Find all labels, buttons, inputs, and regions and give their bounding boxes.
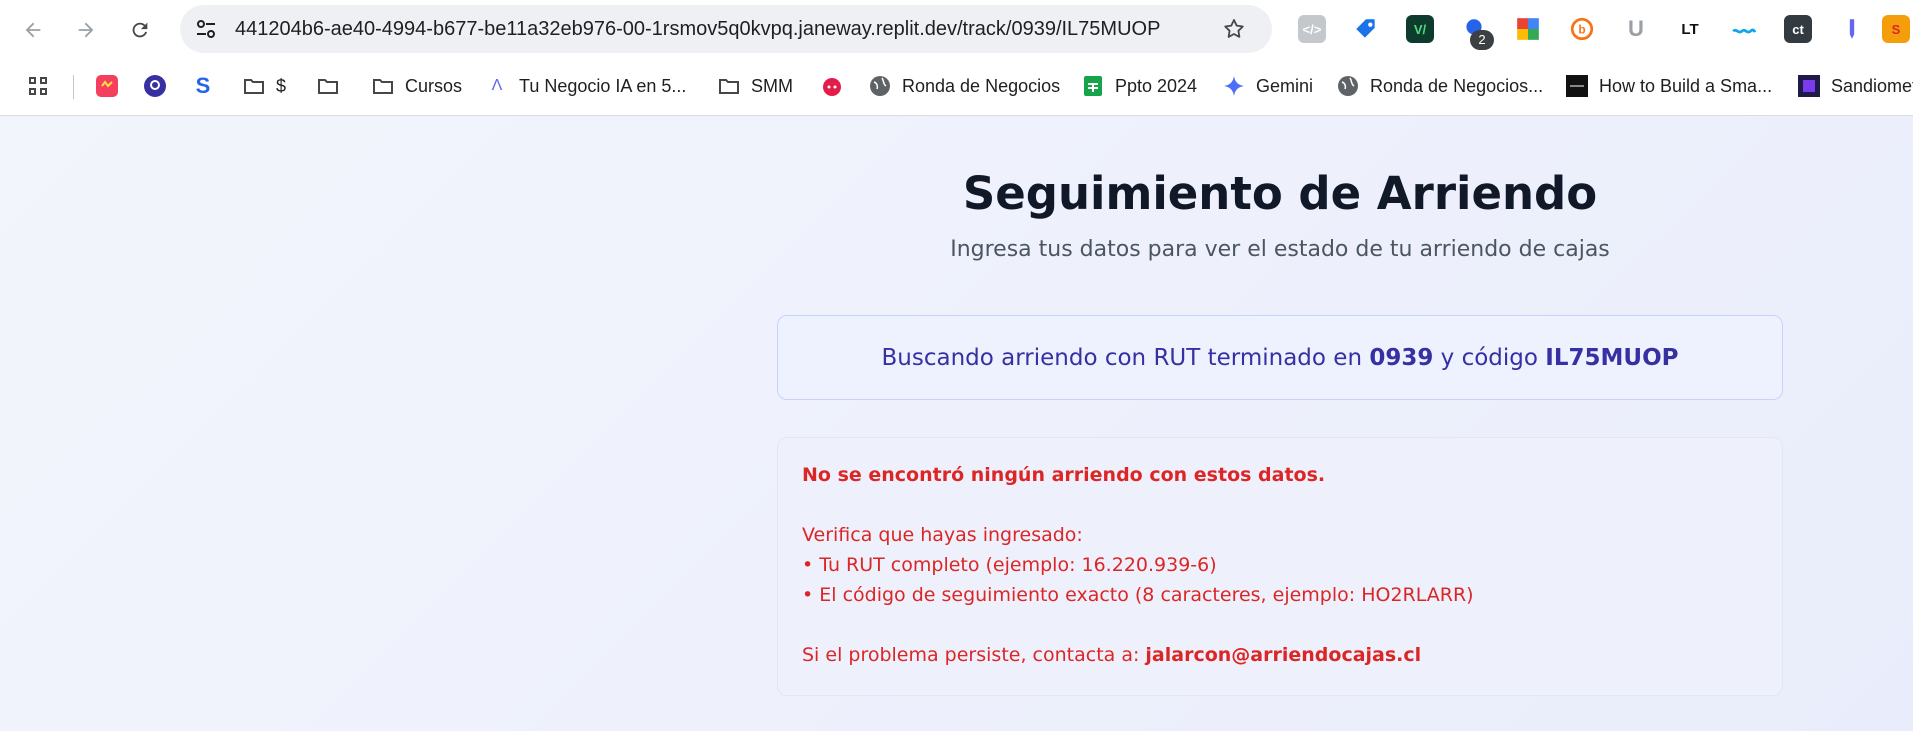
bookmark-ronda-negocios[interactable]: Ronda de Negocios — [868, 58, 1060, 114]
folder-icon — [717, 74, 741, 98]
contact-prefix: Si el problema persiste, contacta a: — [802, 644, 1140, 666]
forward-button[interactable] — [68, 12, 104, 48]
bookmark-cursos[interactable]: Cursos — [371, 58, 462, 114]
gemini-icon — [1222, 74, 1246, 98]
bookmark-reddit[interactable] — [820, 58, 844, 114]
apps-grid-icon — [26, 74, 50, 98]
reload-button[interactable] — [122, 12, 158, 48]
folder-icon — [316, 74, 340, 98]
page-icon — [1797, 74, 1821, 98]
s-letter-icon: S — [195, 73, 211, 98]
error-item-code: • El código de seguimiento exacto (8 car… — [802, 584, 1474, 606]
bookmark-app-icon — [95, 74, 119, 98]
bookmark-s[interactable]: S — [191, 58, 215, 114]
globe-icon — [868, 74, 892, 98]
browser-toolbar: 441204b6-ae40-4994-b677-be11a32eb976-00-… — [0, 0, 1913, 58]
search-middle: y código — [1440, 344, 1538, 371]
pencil-extension-icon[interactable] — [1838, 15, 1866, 43]
arrow-right-icon — [78, 22, 94, 38]
bookmark-label: How to Build a Sma... — [1599, 75, 1773, 96]
apps-button[interactable] — [26, 58, 50, 114]
error-contact: Si el problema persiste, contacta a: jal… — [802, 644, 1421, 666]
sheets-icon — [1081, 74, 1105, 98]
reload-icon — [132, 22, 148, 38]
bookmark-label: Cursos — [405, 75, 463, 96]
page-title: Seguimiento de Arriendo — [962, 167, 1598, 220]
page-content: Seguimiento de Arriendo Ingresa tus dato… — [0, 117, 1913, 731]
bookmark-label: Tu Negocio IA en 5... — [519, 75, 687, 96]
bookmark-gemini[interactable]: Gemini — [1222, 58, 1313, 114]
page-subtitle: Ingresa tus datos para ver el estado de … — [950, 237, 1610, 262]
address-bar[interactable]: 441204b6-ae40-4994-b677-be11a32eb976-00-… — [180, 5, 1272, 53]
contact-email-link[interactable]: jalarcon@arriendocajas.cl — [1145, 644, 1421, 666]
extension-badge: 2 — [1470, 30, 1494, 50]
error-title: No se encontró ningún arriendo con estos… — [802, 464, 1326, 486]
error-message-box: No se encontró ningún arriendo con estos… — [777, 437, 1783, 696]
bookmark-folder-dollar[interactable]: $ — [242, 58, 286, 114]
caret-icon: Λ — [491, 77, 503, 94]
bookmark-folder[interactable] — [316, 58, 340, 114]
folder-icon — [371, 74, 395, 98]
search-code: IL75MUOP — [1545, 344, 1679, 371]
bookmark-star-icon[interactable] — [1222, 17, 1246, 41]
svg-text:b: b — [1578, 22, 1585, 36]
bookmark-label: Gemini — [1256, 75, 1314, 96]
bookmark-label: $ — [276, 75, 287, 96]
search-info-box: Buscando arriendo con RUT terminado en 0… — [777, 315, 1783, 400]
page-icon — [1565, 74, 1589, 98]
bookmark-location[interactable] — [143, 58, 167, 114]
search-rut: 0939 — [1369, 344, 1434, 371]
bookmark-label: SMM — [751, 75, 793, 96]
bookmark-app[interactable] — [95, 58, 119, 114]
ct-extension-icon[interactable]: ct — [1784, 15, 1812, 43]
search-prefix: Buscando arriendo con RUT terminado en — [881, 344, 1363, 371]
bookmark-tu-negocio[interactable]: Λ Tu Negocio IA en 5... — [485, 58, 687, 114]
url-text[interactable]: 441204b6-ae40-4994-b677-be11a32eb976-00-… — [235, 5, 1160, 53]
code-extension-icon[interactable]: </> — [1298, 15, 1326, 43]
error-verify-intro: Verifica que hayas ingresado: — [802, 524, 1083, 546]
bookmarks-bar: S $ Cursos Λ Tu Negocio IA en 5... SMM R… — [0, 58, 1913, 116]
error-item-rut: • Tu RUT completo (ejemplo: 16.220.939-6… — [802, 554, 1217, 576]
lt-extension-icon[interactable]: LT — [1676, 15, 1704, 43]
bookmark-ppto-2024[interactable]: Ppto 2024 — [1081, 58, 1197, 114]
u-extension-icon[interactable]: U — [1622, 15, 1650, 43]
back-button[interactable] — [15, 12, 51, 48]
location-pin-icon — [143, 74, 167, 98]
bookmark-label: Ppto 2024 — [1115, 75, 1198, 96]
so-extension-icon[interactable]: S — [1882, 15, 1910, 43]
bookmarks-separator — [73, 75, 74, 99]
folder-icon — [242, 74, 266, 98]
tag-extension-icon[interactable] — [1352, 15, 1380, 43]
bookmark-smm[interactable]: SMM — [717, 58, 793, 114]
bookmark-label: Ronda de Negocios — [902, 75, 1061, 96]
reddit-icon — [820, 74, 844, 98]
bookmark-how-to-build[interactable]: How to Build a Sma... — [1565, 58, 1772, 114]
bookmark-label: Ronda de Negocios... — [1370, 75, 1544, 96]
google-extension-icon[interactable] — [1514, 15, 1542, 43]
arrow-left-icon — [25, 22, 41, 38]
bookmark-label: Sandiomet — [1831, 75, 1913, 96]
globe-icon — [1336, 74, 1360, 98]
b-extension-icon[interactable]: b — [1568, 15, 1596, 43]
bookmark-ronda-negocios-2[interactable]: Ronda de Negocios... — [1336, 58, 1543, 114]
wave-extension-icon[interactable] — [1730, 15, 1758, 43]
site-settings-icon[interactable] — [194, 17, 218, 41]
v-extension-icon[interactable]: V/ — [1406, 15, 1434, 43]
bookmark-sandiomet[interactable]: Sandiomet — [1797, 58, 1913, 114]
